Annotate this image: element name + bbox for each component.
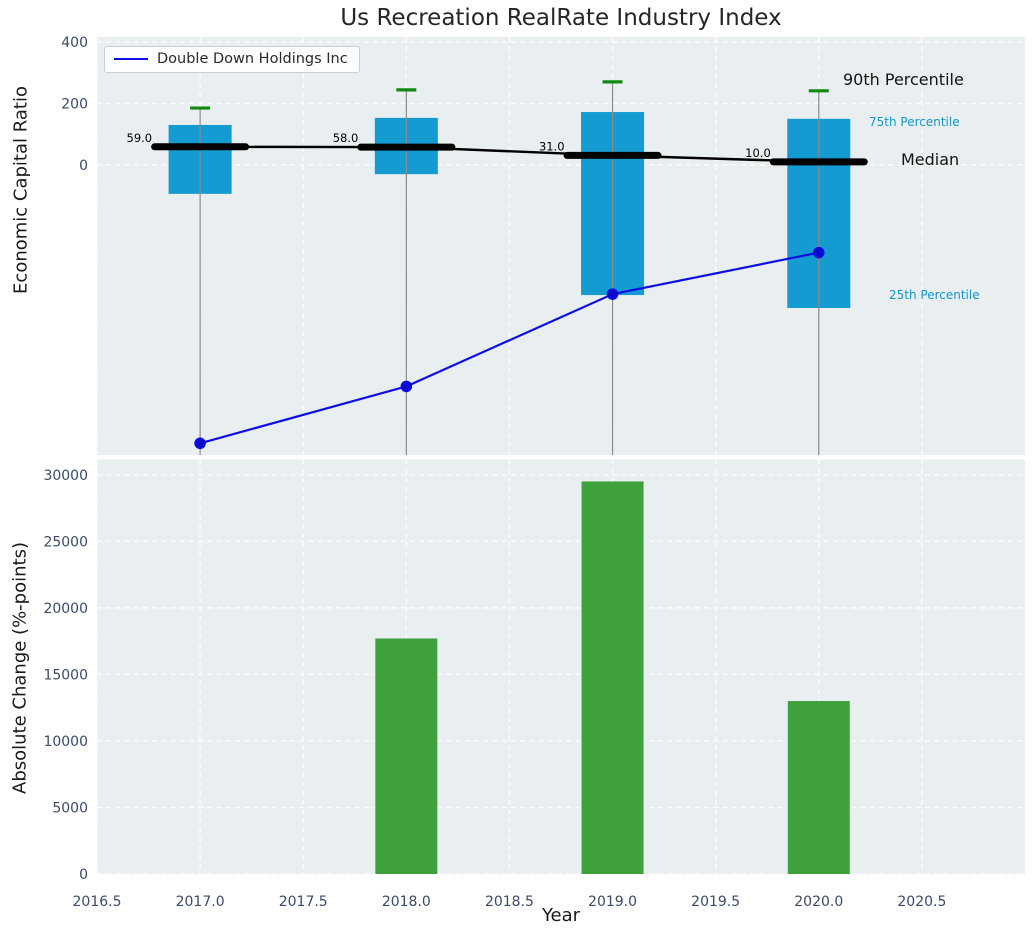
x-axis-label: Year [541,905,581,926]
bottom-axes-background [97,459,1025,874]
median-value-label-2017: 59.0 [127,131,153,145]
top-y-axis-label: Economic Capital Ratio [10,86,32,294]
median-value-label-2020: 10.0 [745,146,771,160]
median-value-label-2018: 58.0 [333,131,359,145]
abs-change-bar-2019 [581,481,644,874]
top-axes-background [97,37,1025,455]
bottom-y-tick-label: 15000 [43,667,88,683]
annotation-median: Median [901,150,960,169]
median-value-label-2019: 31.0 [539,139,565,153]
bottom-y-tick-label: 30000 [43,468,88,484]
figure: 0 200 400 0 5000 10000 15000 20000 25000 30000 201… [0,0,1036,942]
abs-change-bar-2020 [787,701,850,874]
top-y-tick-label: 0 [79,158,88,174]
bottom-y-tick-label: 5000 [52,800,88,816]
bottom-y-tick-label: 10000 [43,734,88,750]
bottom-y-tick-label: 25000 [43,534,88,550]
annotation-75th-percentile: 75th Percentile [869,115,960,129]
annotation-90th-percentile: 90th Percentile [843,70,964,89]
chart-canvas: 0200400050001000015000200002500030000201… [43,35,1025,910]
annotation-25th-percentile: 25th Percentile [889,288,980,302]
company-marker-2020 [812,246,825,259]
company-marker-2018 [400,380,413,393]
top-y-tick-label: 400 [61,35,88,51]
bottom-y-tick-label: 20000 [43,601,88,617]
bottom-y-axis-label: Absolute Change (%-points) [9,542,31,794]
legend-line-sample-icon [114,58,148,60]
top-y-tick-label: 200 [61,96,88,112]
legend-label: Double Down Holdings Inc [157,51,348,67]
abs-change-bar-2018 [375,638,438,874]
chart-title: Us Recreation RealRate Industry Index [340,5,782,31]
company-marker-2017 [194,437,206,450]
legend: Double Down Holdings Inc [104,46,360,73]
company-marker-2019 [606,288,619,300]
bottom-y-tick-label: 0 [79,867,88,883]
